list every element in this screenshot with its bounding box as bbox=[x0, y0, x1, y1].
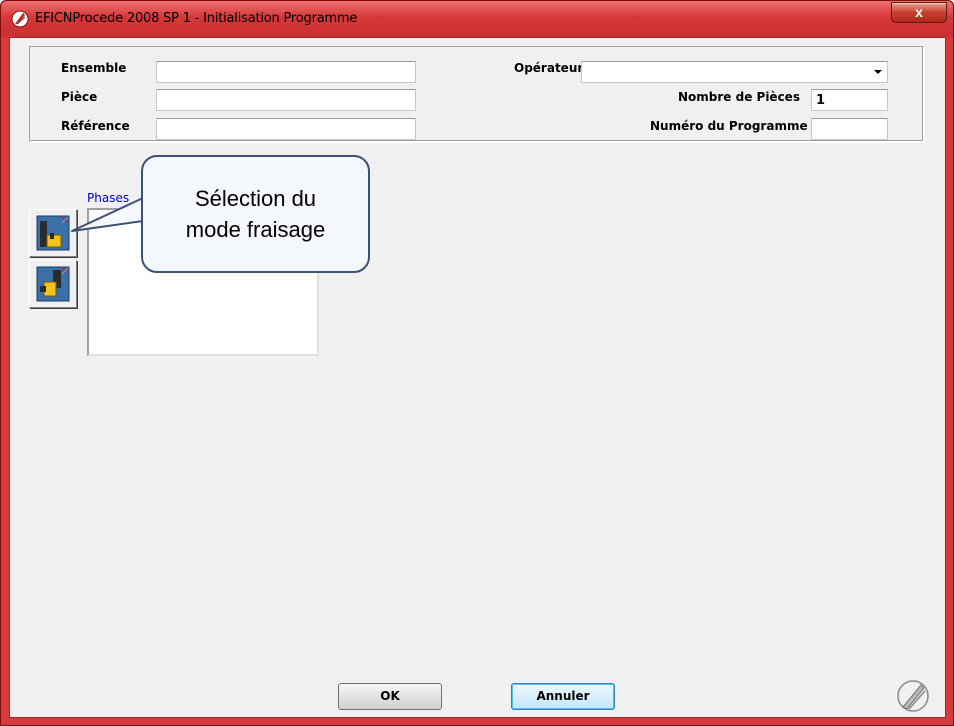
app-logo-icon bbox=[11, 10, 29, 28]
close-icon: x bbox=[915, 4, 923, 20]
piece-input[interactable] bbox=[156, 89, 416, 111]
title-bar[interactable]: EFICNProcede 2008 SP 1 - Initialisation … bbox=[1, 1, 953, 37]
milling-mode-button[interactable] bbox=[29, 209, 77, 257]
client-area: Ensemble Pièce Référence Opérateur Nombr… bbox=[9, 37, 946, 718]
cancel-button[interactable]: Annuler bbox=[511, 683, 615, 710]
callout-line-2: mode fraisage bbox=[185, 217, 326, 242]
ok-button[interactable]: OK bbox=[338, 683, 442, 710]
turning-mode-button[interactable] bbox=[29, 260, 77, 308]
callout-line-1: Sélection du bbox=[194, 186, 317, 211]
callout-tooltip: Sélection du mode fraisage bbox=[141, 155, 370, 273]
program-info-group: Ensemble Pièce Référence Opérateur Nombr… bbox=[29, 46, 924, 142]
close-button[interactable]: x bbox=[891, 2, 947, 23]
size-grip-logo-icon bbox=[897, 680, 929, 712]
reference-label: Référence bbox=[61, 119, 130, 133]
num-programme-input[interactable] bbox=[811, 118, 888, 140]
piece-label: Pièce bbox=[61, 90, 98, 104]
application-window: EFICNProcede 2008 SP 1 - Initialisation … bbox=[0, 0, 954, 726]
num-programme-label: Numéro du Programme bbox=[650, 119, 808, 133]
turning-tool-icon bbox=[36, 266, 70, 302]
ensemble-label: Ensemble bbox=[61, 61, 127, 75]
ensemble-input[interactable] bbox=[156, 61, 416, 83]
nb-pieces-label: Nombre de Pièces bbox=[678, 90, 800, 104]
nb-pieces-input[interactable]: 1 bbox=[811, 89, 888, 111]
chevron-down-icon[interactable] bbox=[874, 70, 882, 74]
milling-tool-icon bbox=[36, 215, 70, 251]
phases-label: Phases bbox=[87, 191, 130, 205]
operateur-label: Opérateur bbox=[514, 61, 584, 75]
reference-input[interactable] bbox=[156, 118, 416, 140]
operateur-combobox[interactable] bbox=[581, 61, 888, 83]
window-title: EFICNProcede 2008 SP 1 - Initialisation … bbox=[35, 11, 358, 26]
